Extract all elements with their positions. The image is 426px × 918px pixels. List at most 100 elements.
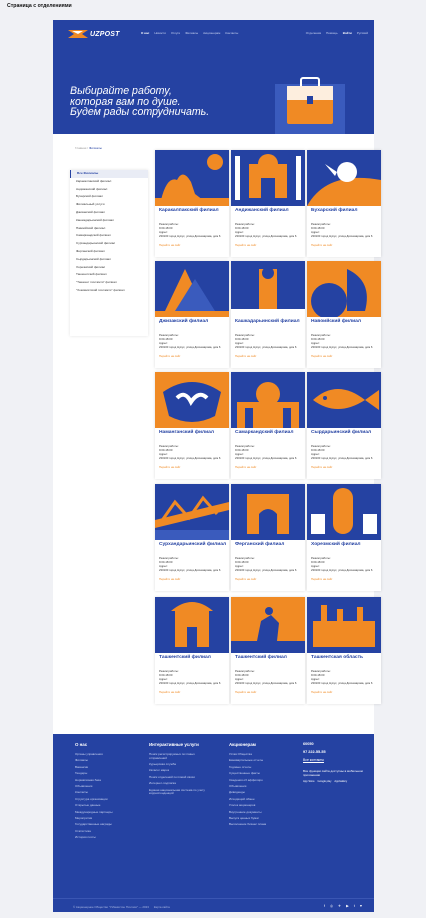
branch-card[interactable]: Ташкентский филиал Режим работы: 9:00-18:0…: [231, 597, 305, 704]
branch-card[interactable]: Бухарский филиал Режим работы: 9:00-18:00 А…: [307, 150, 381, 257]
phone-number[interactable]: 97 222-55-55: [303, 750, 363, 754]
sidebar-item[interactable]: Самаркандский филиал: [70, 232, 148, 240]
all-contacts-link[interactable]: Все контакты: [303, 758, 363, 762]
sidebar-item[interactable]: "Ташкент почтамти" филиал: [70, 279, 148, 287]
branch-card[interactable]: Сырдарьинский филиал Режим работы: 9:00-18…: [307, 372, 381, 479]
footer-link[interactable]: Ежеквартальные отчеты: [229, 759, 291, 763]
branch-site-link[interactable]: Перейти на сайт: [159, 465, 181, 469]
footer-link[interactable]: Годовые отчеты: [229, 765, 291, 770]
branch-site-link[interactable]: Перейти на сайт: [159, 243, 181, 247]
social-icon[interactable]: ▶: [346, 904, 349, 908]
footer-link[interactable]: Международные партнеры: [75, 810, 135, 815]
footer-link[interactable]: Поиск отделений почтовой связи: [149, 775, 211, 780]
short-number[interactable]: 60050: [303, 742, 363, 746]
sidebar-item[interactable]: Филиальный услуги: [70, 201, 148, 209]
branch-site-link[interactable]: Перейти на сайт: [159, 577, 181, 581]
branch-card[interactable]: Каракалпакский филиал Режим работы: 9:00-1…: [155, 150, 229, 257]
branch-card[interactable]: Ферганский филиал Режим работы: 9:00-18:00…: [231, 484, 305, 591]
sidebar-item[interactable]: Ташкентский филиал: [70, 271, 148, 279]
branch-title[interactable]: Сырдарьинский филиал: [311, 430, 379, 435]
footer-link[interactable]: История почты: [75, 835, 135, 840]
branch-title[interactable]: Андижанский филиал: [235, 208, 303, 213]
footer-link[interactable]: Выпуск ценных бумаг: [229, 816, 291, 821]
nav-item-contacts[interactable]: Контакты: [225, 31, 238, 35]
branch-title[interactable]: Ташкентский филиал: [235, 655, 303, 660]
social-icon[interactable]: t: [354, 904, 355, 908]
appgallery-badge[interactable]: AppGallery: [334, 780, 347, 783]
branch-title[interactable]: Ферганский филиал: [235, 542, 303, 547]
footer-link[interactable]: Уголок акционеров: [229, 804, 291, 808]
branch-title[interactable]: Наманганский филиал: [159, 430, 227, 435]
footer-link[interactable]: Статистика: [75, 829, 135, 834]
appstore-badge[interactable]: App Store: [303, 780, 315, 783]
nav-item-branches[interactable]: Филиалы: [185, 31, 198, 35]
footer-link[interactable]: Органы управления: [75, 752, 135, 757]
footer-link[interactable]: Филиалы: [75, 759, 135, 763]
footer-link[interactable]: Государственные награды: [75, 823, 135, 827]
branch-site-link[interactable]: Перейти на сайт: [235, 577, 257, 581]
branch-site-link[interactable]: Перейти на сайт: [311, 690, 333, 694]
branch-card[interactable]: Джизакский филиал Режим работы: 9:00-18:00…: [155, 261, 229, 368]
help-link[interactable]: Помощь: [326, 31, 338, 35]
language-select[interactable]: Русский: [357, 31, 368, 35]
branch-card[interactable]: Ташкентская область Режим работы: 9:00-18:…: [307, 597, 381, 704]
branch-title[interactable]: Ташкентская область: [311, 655, 379, 660]
nav-item-about[interactable]: О нас: [141, 31, 149, 35]
branch-site-link[interactable]: Перейти на сайт: [235, 354, 257, 358]
sidebar-item[interactable]: Джизакский филиал: [70, 209, 148, 217]
branch-card[interactable]: Андижанский филиал Режим работы: 9:00-18:0…: [231, 150, 305, 257]
sidebar-item[interactable]: Ферганский филиал: [70, 248, 148, 256]
branch-title[interactable]: Самаркандский филиал: [235, 430, 303, 435]
nav-item-news[interactable]: Новости: [154, 31, 166, 35]
branch-site-link[interactable]: Перейти на сайт: [311, 243, 333, 247]
branch-site-link[interactable]: Перейти на сайт: [311, 465, 333, 469]
sitemap-link[interactable]: Карта сайта: [154, 905, 170, 909]
footer-link[interactable]: Открытые данные: [75, 804, 135, 808]
branch-card[interactable]: Самаркандский филиал Режим работы: 9:00-18…: [231, 372, 305, 479]
sidebar-item[interactable]: Навоийский филиал: [70, 225, 148, 233]
sidebar-item[interactable]: Сырдарьинский филиал: [70, 256, 148, 264]
footer-link[interactable]: Устав Общества: [229, 752, 291, 757]
footer-link[interactable]: Структура организации: [75, 797, 135, 802]
sidebar-item[interactable]: Андижанский филиал: [70, 186, 148, 194]
branch-title[interactable]: Джизакский филиал: [159, 319, 227, 324]
sidebar-item[interactable]: Сурхандарьинский филиал: [70, 240, 148, 248]
breadcrumb-home[interactable]: Главная: [75, 146, 86, 150]
branch-site-link[interactable]: Перейти на сайт: [235, 690, 257, 694]
sidebar-item[interactable]: Хорезмский филиал: [70, 264, 148, 272]
footer-link[interactable]: Сведения об аффилиро: [229, 778, 291, 783]
branch-title[interactable]: Навоийский филиал: [311, 319, 379, 324]
footer-link[interactable]: Внутренние документы: [229, 810, 291, 815]
nav-item-services[interactable]: Услуги: [171, 31, 180, 35]
footer-link[interactable]: Объявления: [75, 784, 135, 789]
footer-link[interactable]: Выполнение бизнес плана: [229, 823, 291, 827]
branch-card[interactable]: Кашкадарьинский филиал Режим работы: 9:00-…: [231, 261, 305, 368]
sidebar-item[interactable]: Кашкадарьинский филиал: [70, 217, 148, 225]
nav-item-shareholders[interactable]: Акционерам: [203, 31, 220, 35]
footer-link[interactable]: Тендеры: [75, 772, 135, 776]
branch-card[interactable]: Сурхандарьинский филиал Режим работы: 9:00…: [155, 484, 229, 591]
footer-link[interactable]: Каталог марок: [149, 769, 211, 773]
footer-link[interactable]: Меропрития: [75, 816, 135, 821]
branch-title[interactable]: Бухарский филиал: [311, 208, 379, 213]
offices-link[interactable]: Отделения: [306, 31, 321, 35]
footer-link[interactable]: Нормативная база: [75, 778, 135, 783]
footer-link[interactable]: Курьерская служба: [149, 762, 211, 767]
footer-link[interactable]: Контакты: [75, 791, 135, 795]
branch-site-link[interactable]: Перейти на сайт: [159, 354, 181, 358]
branch-card[interactable]: Наманганский филиал Режим работы: 9:00-18:…: [155, 372, 229, 479]
branch-title[interactable]: Сурхандарьинский филиал: [159, 542, 227, 547]
footer-link[interactable]: Единая национальная система по учету кор…: [149, 788, 211, 796]
branch-title[interactable]: Ташкентский филиал: [159, 655, 227, 660]
branch-site-link[interactable]: Перейти на сайт: [159, 690, 181, 694]
branch-title[interactable]: Кашкадарьинский филиал: [235, 319, 303, 324]
footer-link[interactable]: Дивиденды: [229, 791, 291, 795]
footer-link[interactable]: Вакансии: [75, 765, 135, 770]
logo[interactable]: UZPOST: [68, 28, 120, 40]
social-icon[interactable]: ✈: [338, 904, 341, 908]
branch-card[interactable]: Хорезмский филиал Режим работы: 9:00-18:00…: [307, 484, 381, 591]
branch-site-link[interactable]: Перейти на сайт: [235, 243, 257, 247]
branch-site-link[interactable]: Перейти на сайт: [235, 465, 257, 469]
branch-card[interactable]: Ташкентский филиал Режим работы: 9:00-18:0…: [155, 597, 229, 704]
social-icon[interactable]: f: [324, 904, 325, 908]
